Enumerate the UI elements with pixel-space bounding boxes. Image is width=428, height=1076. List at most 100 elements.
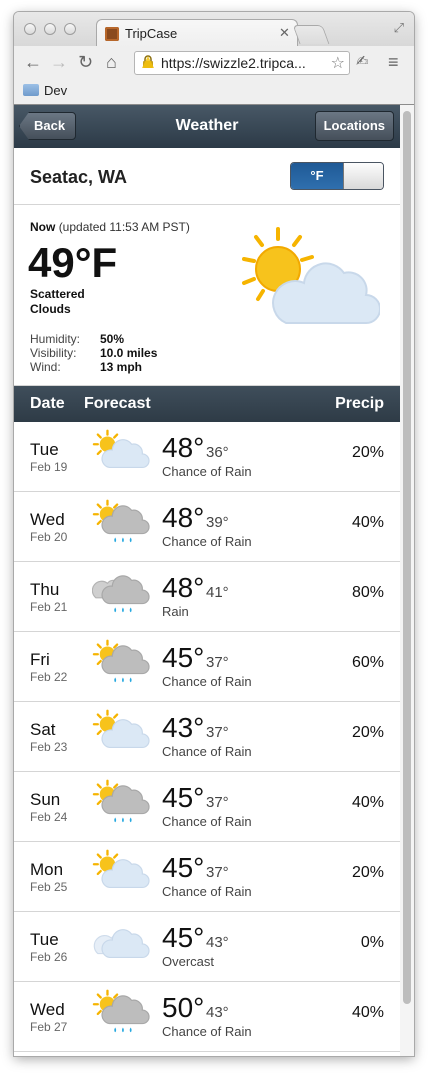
forecast-header: Date Forecast Precip [14,386,400,422]
forecast-precip: 40% [351,514,384,531]
wind-label: Wind: [30,360,61,374]
tab-strip: TripCase ✕ ⤢ [14,12,414,47]
forecast-row[interactable]: Tue Feb 19 48° 36° Chance of Rain 20% [14,422,400,492]
forecast-description: Chance of Rain [162,814,252,829]
forecast-precip: 20% [351,724,384,741]
fullscreen-icon[interactable]: ⤢ [394,20,404,36]
forecast-row[interactable]: Tue Feb 26 45° 43° Overcast 0% [14,912,400,982]
forecast-low-temp: 43° [206,934,229,951]
now-label: Now [30,220,56,234]
forecast-day: Tue [30,440,59,459]
forecast-row[interactable]: Sun Feb 24 45° 37° Chance of Rain 40% [14,772,400,842]
sun-rain-cloud-icon [92,499,150,543]
forecast-description: Rain [162,604,189,619]
forecast-precip: 40% [351,794,384,811]
tab-title: TripCase [125,26,178,41]
forecast-row[interactable]: Wed Feb 27 50° 43° Chance of Rain 40% [14,982,400,1052]
menu-icon[interactable]: ≡ [388,52,399,72]
city-row: Seatac, WA °F [14,148,400,205]
scroll-thumb[interactable] [403,111,411,1004]
sun-cloud-icon [92,429,150,469]
forecast-precip: 0% [360,934,384,951]
forecast-date: Feb 23 [30,740,68,754]
browser-tab[interactable]: TripCase ✕ [96,19,298,47]
forecast-high-temp: 48° [162,502,205,533]
forecast-low-temp: 37° [206,654,229,671]
updated-time: (updated 11:53 AM PST) [58,220,190,234]
bookmark-folder-dev[interactable]: Dev [44,83,67,98]
forecast-date: Feb 25 [30,880,68,894]
forecast-row[interactable]: Sat Feb 23 43° 37° Chance of Rain 20% [14,702,400,772]
forecast-low-temp: 41° [206,584,229,601]
zoom-window-button[interactable] [64,23,76,35]
forecast-day: Tue [30,930,59,949]
sun-cloud-icon [92,849,150,889]
forecast-column-header: Forecast [84,395,151,412]
forecast-day: Mon [30,860,64,879]
home-icon[interactable]: ⌂ [106,52,117,72]
forecast-low-temp: 37° [206,864,229,881]
city-name: Seatac, WA [30,167,128,187]
bookmarks-bar: Dev [14,78,414,105]
sun-rain-cloud-icon [92,639,150,683]
current-conditions: Now (updated 11:53 AM PST) 49°F Scattere… [14,205,400,386]
precip-column-header: Precip [335,395,384,412]
browser-toolbar: ← → ↻ ⌂ https://swizzle2.tripca... ☆ ✍ ≡ [14,46,414,78]
wind-value: 13 mph [100,360,143,374]
forecast-day: Wed [30,1000,65,1019]
forecast-date: Feb 27 [30,1020,68,1034]
forecast-row[interactable]: Thu Feb 21 48° 41° Rain 80% [14,562,400,632]
forecast-description: Chance of Rain [162,744,252,759]
unit-toggle-knob[interactable] [343,163,383,189]
forecast-day: Wed [30,510,65,529]
forecast-precip: 60% [351,654,384,671]
visibility-label: Visibility: [30,346,77,360]
unit-toggle-label: °F [291,163,343,189]
forecast-description: Chance of Rain [162,534,252,549]
forecast-high-temp: 48° [162,432,205,463]
rain-cloud-icon [92,575,150,613]
forecast-low-temp: 39° [206,514,229,531]
sun-cloud-icon [92,709,150,749]
forecast-high-temp: 45° [162,852,205,883]
address-bar[interactable]: https://swizzle2.tripca... ☆ [134,51,350,75]
current-temperature: 49°F [28,239,118,286]
humidity-value: 50% [100,332,125,346]
forecast-high-temp: 50° [162,992,205,1023]
minimize-window-button[interactable] [44,23,56,35]
tab-close-icon[interactable]: ✕ [279,25,290,41]
extension-icon[interactable]: ✍ [356,52,369,72]
app-header: Back Weather Locations [14,105,400,148]
forecast-day: Fri [30,650,50,669]
forecast-list: Tue Feb 19 48° 36° Chance of Rain 20% Wed Feb 2… [14,422,400,1052]
forecast-day: Sat [30,720,56,739]
forecast-row[interactable]: Fri Feb 22 45° 37° Chance of Rain 60% [14,632,400,702]
condition-line-1: Scattered [30,287,85,301]
forward-arrow-icon[interactable]: → [50,52,68,72]
warning-lock-icon [142,55,154,68]
forecast-date: Feb 20 [30,530,68,544]
sun-cloud-icon [242,227,380,324]
back-arrow-icon[interactable]: ← [24,52,42,72]
locations-button[interactable]: Locations [314,111,394,141]
forecast-date: Feb 19 [30,460,68,474]
sun-rain-cloud-icon [92,779,150,823]
forecast-date: Feb 24 [30,810,68,824]
visibility-value: 10.0 miles [100,346,158,360]
bookmark-star-icon[interactable]: ☆ [331,53,345,73]
new-tab-button[interactable] [292,25,330,44]
forecast-date: Feb 26 [30,950,68,964]
close-window-button[interactable] [24,23,36,35]
forecast-high-temp: 45° [162,782,205,813]
forecast-row[interactable]: Mon Feb 25 45° 37° Chance of Rain 20% [14,842,400,912]
unit-toggle[interactable]: °F [290,162,384,190]
now-line: Now (updated 11:53 AM PST) [30,220,190,234]
browser-window: TripCase ✕ ⤢ ← → ↻ ⌂ https://swizzle2.tr… [14,12,414,1056]
forecast-description: Chance of Rain [162,674,252,689]
reload-icon[interactable]: ↻ [78,52,93,72]
forecast-low-temp: 37° [206,794,229,811]
forecast-row[interactable]: Wed Feb 20 48° 39° Chance of Rain 40% [14,492,400,562]
scrollbar[interactable] [400,105,414,1056]
current-condition: Scattered Clouds [30,287,120,317]
humidity-label: Humidity: [30,332,81,346]
